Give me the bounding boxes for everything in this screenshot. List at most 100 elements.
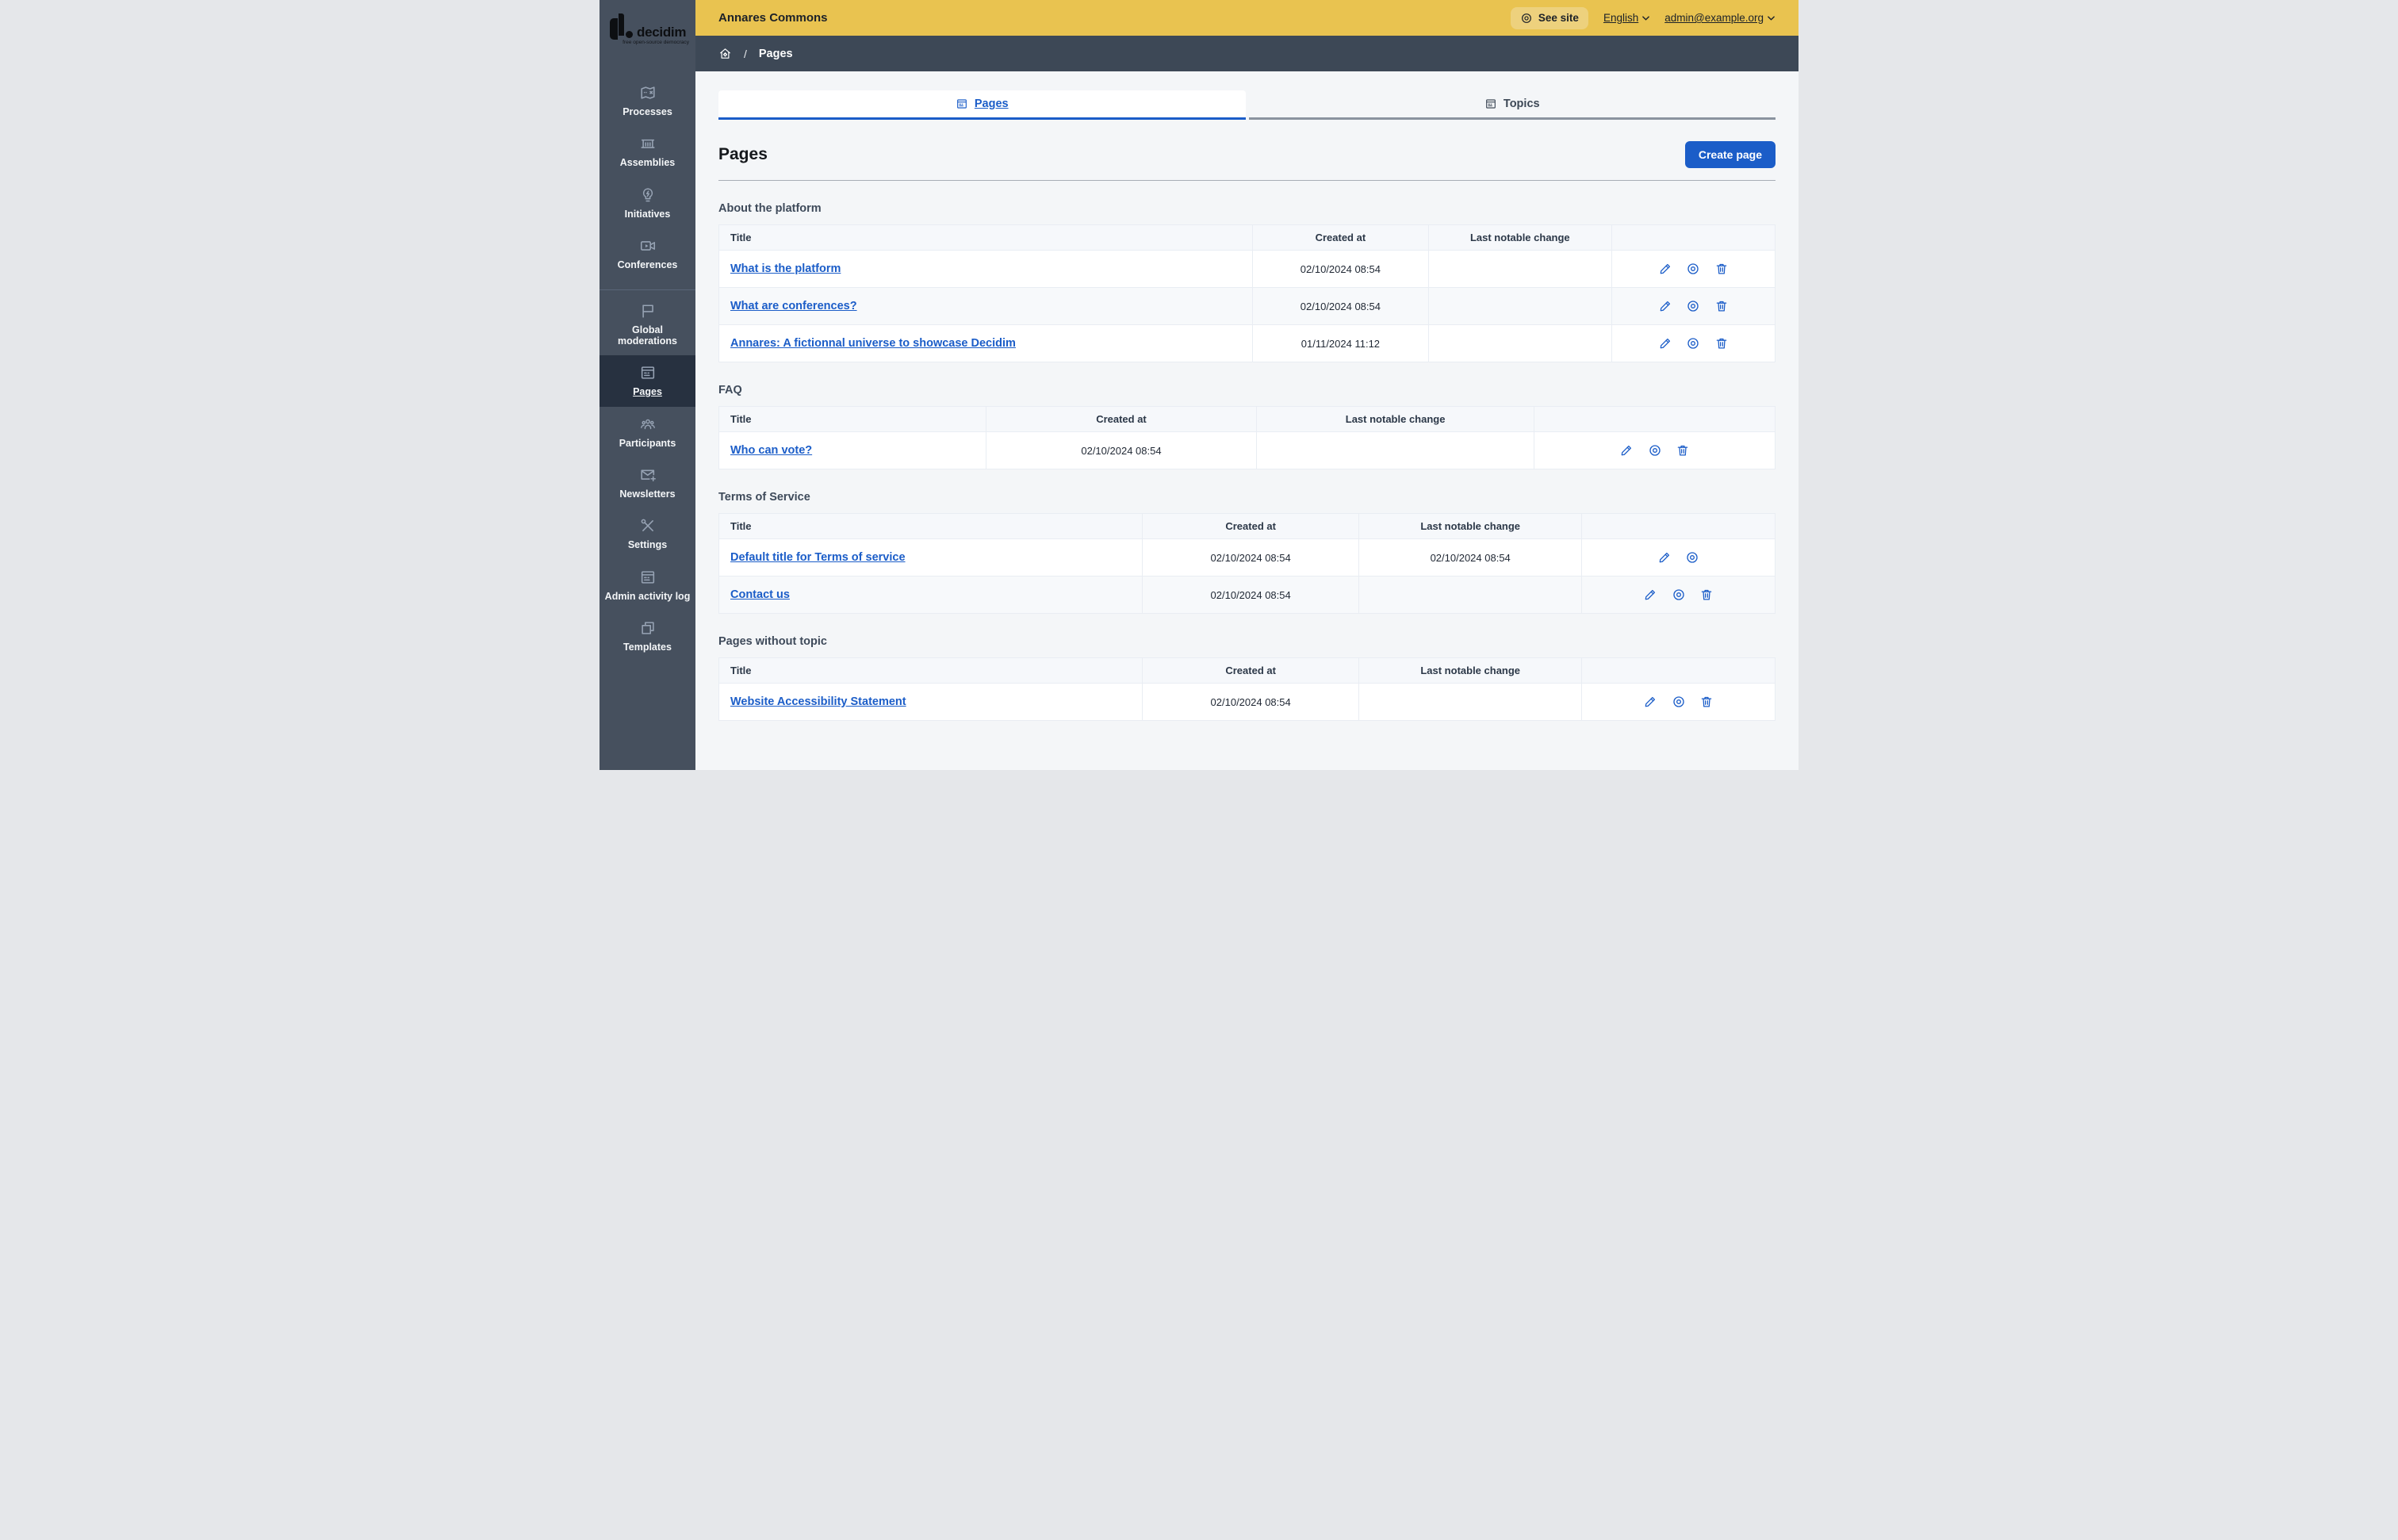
page-title: Pages bbox=[718, 145, 768, 163]
created-at-cell: 01/11/2024 11:12 bbox=[1251, 324, 1430, 362]
delete-button[interactable] bbox=[1714, 299, 1729, 313]
sidebar-item-pages[interactable]: Pages bbox=[600, 355, 695, 407]
video-camera-icon bbox=[639, 237, 657, 255]
column-header-actions bbox=[1611, 224, 1776, 251]
page-title-link[interactable]: Contact us bbox=[730, 588, 790, 601]
column-header-created-at: Created at bbox=[1142, 657, 1360, 684]
sidebar-item-label: Assemblies bbox=[619, 157, 676, 169]
page-title-link[interactable]: What is the platform bbox=[730, 262, 841, 275]
section-heading: Terms of Service bbox=[718, 491, 810, 504]
table-row: Contact us 02/10/2024 08:54 bbox=[718, 576, 1776, 614]
last-change-cell bbox=[1428, 324, 1612, 362]
last-change-cell bbox=[1428, 287, 1612, 325]
tab-topics[interactable]: Topics bbox=[1248, 90, 1776, 120]
preview-eye-icon bbox=[1686, 336, 1700, 351]
decidim-admin-app: decidim free open-source democracy Proce… bbox=[600, 0, 1798, 770]
sidebar-item-assemblies[interactable]: Assemblies bbox=[600, 126, 695, 177]
preview-eye-icon bbox=[1520, 12, 1533, 25]
column-header-title: Title bbox=[718, 513, 1143, 539]
sidebar-item-processes[interactable]: Processes bbox=[600, 75, 695, 126]
sidebar: decidim free open-source democracy Proce… bbox=[600, 0, 695, 770]
page-title-link[interactable]: What are conferences? bbox=[730, 300, 857, 312]
preview-button[interactable] bbox=[1686, 299, 1700, 313]
page-title-link[interactable]: Annares: A fictionnal universe to showca… bbox=[730, 337, 1016, 350]
preview-button[interactable] bbox=[1672, 588, 1686, 602]
column-header-title: Title bbox=[718, 406, 986, 432]
trash-icon bbox=[1714, 299, 1729, 313]
preview-button[interactable] bbox=[1672, 695, 1686, 709]
account-menu[interactable]: admin@example.org bbox=[1664, 12, 1775, 24]
edit-button[interactable] bbox=[1619, 443, 1634, 458]
preview-button[interactable] bbox=[1648, 443, 1662, 458]
sidebar-item-templates[interactable]: Templates bbox=[600, 611, 695, 661]
page-title-link[interactable]: Who can vote? bbox=[730, 444, 812, 457]
edit-button[interactable] bbox=[1658, 336, 1672, 351]
trash-icon bbox=[1714, 262, 1729, 276]
trash-icon bbox=[1699, 588, 1714, 602]
preview-button[interactable] bbox=[1685, 550, 1699, 565]
sidebar-item-settings[interactable]: Settings bbox=[600, 508, 695, 559]
preview-eye-icon bbox=[1685, 550, 1699, 565]
sidebar-item-conferences[interactable]: Conferences bbox=[600, 228, 695, 279]
column-header-actions bbox=[1534, 406, 1776, 432]
lightbulb-icon bbox=[639, 186, 657, 204]
preview-eye-icon bbox=[1686, 262, 1700, 276]
table-header-row: Title Created at Last notable change bbox=[718, 224, 1776, 251]
delete-button[interactable] bbox=[1699, 588, 1714, 602]
table-row: Annares: A fictionnal universe to showca… bbox=[718, 324, 1776, 362]
edit-button[interactable] bbox=[1657, 550, 1672, 565]
section-heading: FAQ bbox=[718, 384, 742, 396]
see-site-button[interactable]: See site bbox=[1510, 6, 1588, 29]
preview-eye-icon bbox=[1672, 695, 1686, 709]
column-header-last-change: Last notable change bbox=[1358, 513, 1583, 539]
people-icon bbox=[639, 416, 657, 433]
edit-button[interactable] bbox=[1658, 299, 1672, 313]
see-site-label: See site bbox=[1538, 12, 1579, 24]
edit-button[interactable] bbox=[1643, 695, 1657, 709]
column-header-last-change: Last notable change bbox=[1428, 224, 1612, 251]
site-name: Annares Commons bbox=[718, 11, 828, 25]
created-at-cell: 02/10/2024 08:54 bbox=[1142, 576, 1360, 614]
sidebar-item-newsletters[interactable]: Newsletters bbox=[600, 458, 695, 508]
pencil-icon bbox=[1643, 695, 1657, 709]
sidebar-main-menu: Processes Assemblies Initiatives Confere… bbox=[600, 75, 695, 280]
edit-button[interactable] bbox=[1658, 262, 1672, 276]
created-at-cell: 02/10/2024 08:54 bbox=[1251, 250, 1430, 288]
breadcrumb-current[interactable]: Pages bbox=[759, 48, 793, 60]
window-icon bbox=[639, 569, 657, 586]
breadcrumb-home-link[interactable] bbox=[718, 47, 732, 60]
preview-button[interactable] bbox=[1686, 336, 1700, 351]
preview-button[interactable] bbox=[1686, 262, 1700, 276]
tab-pages[interactable]: Pages bbox=[718, 90, 1246, 120]
edit-button[interactable] bbox=[1643, 588, 1657, 602]
main-area: Annares Commons See site English admin@e… bbox=[695, 0, 1798, 770]
page-title-link[interactable]: Default title for Terms of service bbox=[730, 551, 906, 564]
column-header-last-change: Last notable change bbox=[1255, 406, 1535, 432]
last-change-cell: 02/10/2024 08:54 bbox=[1358, 538, 1583, 577]
sidebar-item-label: Participants bbox=[619, 437, 676, 449]
sidebar-item-admin-activity-log[interactable]: Admin activity log bbox=[600, 560, 695, 611]
sidebar-item-label: Pages bbox=[633, 386, 662, 398]
create-page-button[interactable]: Create page bbox=[1684, 141, 1776, 168]
breadcrumb: / Pages bbox=[695, 36, 1798, 71]
page-content: Pages Topics Pages Create page About the… bbox=[695, 71, 1798, 770]
delete-button[interactable] bbox=[1714, 262, 1729, 276]
sidebar-item-participants[interactable]: Participants bbox=[600, 407, 695, 458]
pages-table-about-the-platform: Title Created at Last notable change Wha… bbox=[718, 224, 1776, 362]
delete-button[interactable] bbox=[1714, 336, 1729, 351]
page-title-link[interactable]: Website Accessibility Statement bbox=[730, 695, 906, 708]
trash-icon bbox=[1676, 443, 1690, 458]
trash-icon bbox=[1699, 695, 1714, 709]
sidebar-item-label: Initiatives bbox=[624, 208, 671, 220]
preview-eye-icon bbox=[1672, 588, 1686, 602]
sidebar-item-label: Conferences bbox=[617, 259, 678, 271]
delete-button[interactable] bbox=[1699, 695, 1714, 709]
table-header-row: Title Created at Last notable change bbox=[718, 657, 1776, 684]
last-change-cell bbox=[1358, 683, 1583, 721]
language-selector[interactable]: English bbox=[1603, 12, 1649, 24]
sidebar-item-initiatives[interactable]: Initiatives bbox=[600, 178, 695, 228]
table-header-row: Title Created at Last notable change bbox=[718, 406, 1776, 432]
delete-button[interactable] bbox=[1676, 443, 1690, 458]
sidebar-item-global-moderations[interactable]: Global moderations bbox=[600, 293, 695, 356]
decidim-logo[interactable]: decidim free open-source democracy bbox=[600, 0, 695, 52]
